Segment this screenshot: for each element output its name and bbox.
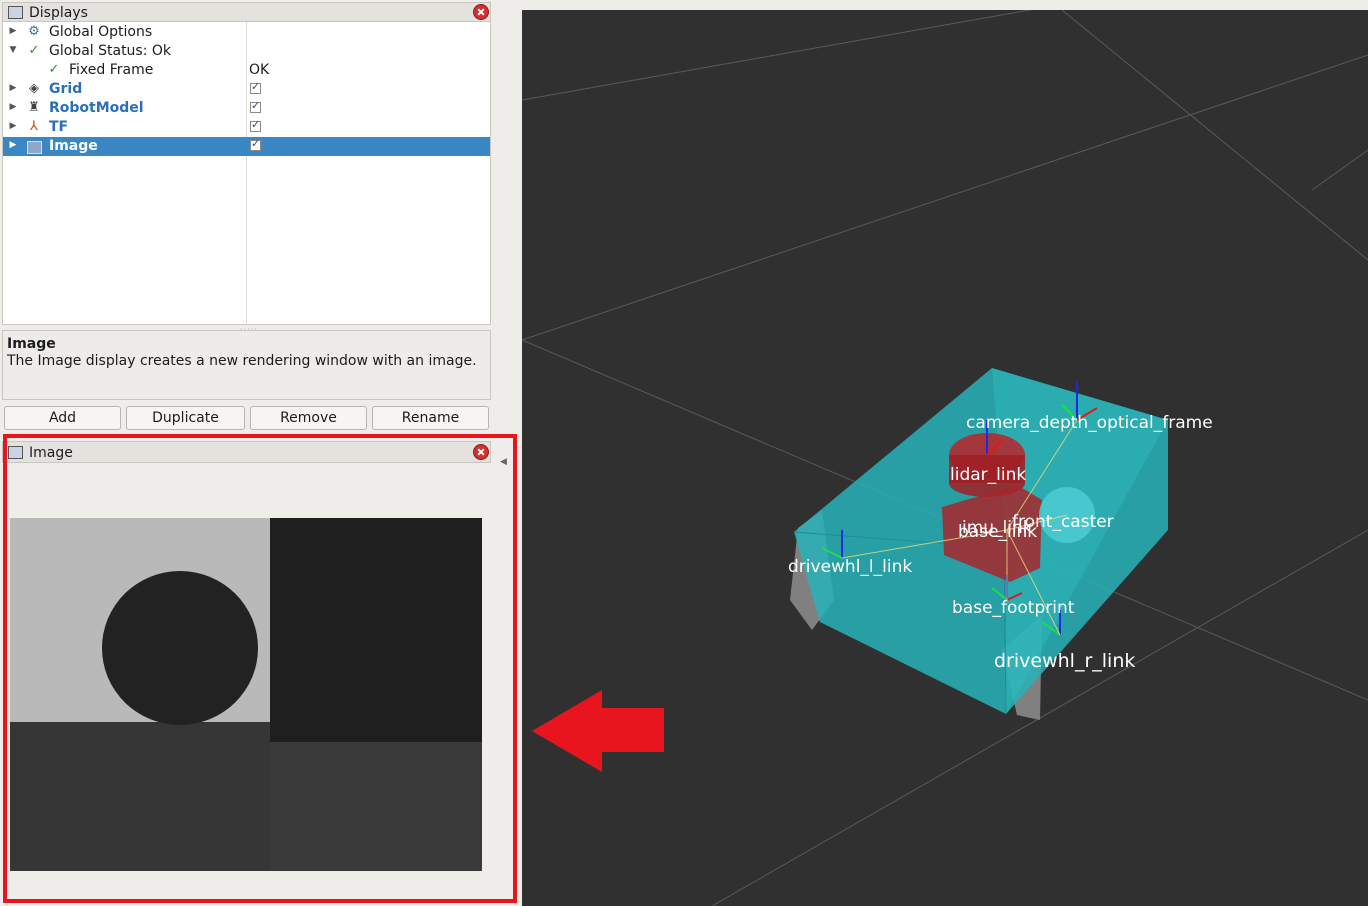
tf-label-base-link: base_link <box>958 522 1038 542</box>
duplicate-button[interactable]: Duplicate <box>126 406 245 430</box>
red-arrow-annotation <box>532 690 664 772</box>
description-box: Image The Image display creates a new re… <box>2 330 491 400</box>
tf-enable-checkbox[interactable] <box>250 118 261 132</box>
tree-row-global-status[interactable]: ▼ ✓ Global Status: Ok <box>3 42 490 61</box>
tf-label-drivewhl-r: drivewhl_r_link <box>994 650 1136 672</box>
tree-row-value: OK <box>249 62 270 78</box>
tree-row-fixed-frame[interactable]: ✓ Fixed Frame OK <box>3 61 490 80</box>
tree-row-robotmodel[interactable]: ▶ ♜ RobotModel <box>3 99 490 118</box>
expand-arrow-icon[interactable]: ▶ <box>8 140 18 150</box>
displays-tree[interactable]: ▶ ⚙ Global Options ▼ ✓ Global Status: Ok… <box>2 22 491 325</box>
tf-label-lidar: lidar_link <box>950 465 1027 485</box>
grid-icon: ◈ <box>29 81 39 96</box>
tree-row-image[interactable]: ▶ Image <box>3 137 490 156</box>
monitor-icon <box>8 6 23 19</box>
rename-button[interactable]: Rename <box>372 406 489 430</box>
collapse-arrow-icon[interactable]: ▼ <box>8 45 18 55</box>
highlight-frame <box>3 434 517 903</box>
tf-label-camera: camera_depth_optical_frame <box>966 413 1213 433</box>
description-text: The Image display creates a new renderin… <box>7 353 477 369</box>
robot-icon: ♜ <box>28 100 40 115</box>
checkmark-icon: ✓ <box>28 43 40 58</box>
tree-row-tf[interactable]: ▶ ⅄ TF <box>3 118 490 137</box>
expand-arrow-icon[interactable]: ▶ <box>8 102 18 112</box>
tf-label-drivewhl-l: drivewhl_l_link <box>788 557 913 577</box>
tree-row-global-options[interactable]: ▶ ⚙ Global Options <box>3 23 490 42</box>
tree-row-label: TF <box>49 119 69 135</box>
image-enable-checkbox[interactable] <box>250 137 261 151</box>
tree-row-label: RobotModel <box>49 100 144 116</box>
expand-arrow-icon[interactable]: ▶ <box>8 26 18 36</box>
robotmodel-enable-checkbox[interactable] <box>250 99 261 113</box>
tree-row-label: Grid <box>49 81 83 97</box>
grid-enable-checkbox[interactable] <box>250 80 261 94</box>
displays-panel-title: Displays <box>29 5 88 21</box>
close-icon[interactable] <box>474 5 488 19</box>
tree-row-grid[interactable]: ▶ ◈ Grid <box>3 80 490 99</box>
tree-row-label: Global Options <box>49 24 153 40</box>
add-button[interactable]: Add <box>4 406 121 430</box>
expand-arrow-icon[interactable]: ▶ <box>8 83 18 93</box>
remove-button[interactable]: Remove <box>250 406 367 430</box>
checkmark-icon: ✓ <box>48 62 60 77</box>
gear-icon: ⚙ <box>28 24 40 39</box>
tree-row-label: Global Status: Ok <box>49 43 172 59</box>
tf-label-base-footprint: base_footprint <box>952 598 1075 618</box>
expand-arrow-icon[interactable]: ▶ <box>8 121 18 131</box>
tree-row-label: Image <box>49 138 98 154</box>
axes-icon: ⅄ <box>30 119 38 134</box>
image-icon <box>27 141 42 154</box>
displays-panel-titlebar: Displays <box>2 2 491 22</box>
description-title: Image <box>7 336 56 352</box>
tree-row-label: Fixed Frame <box>69 62 154 78</box>
